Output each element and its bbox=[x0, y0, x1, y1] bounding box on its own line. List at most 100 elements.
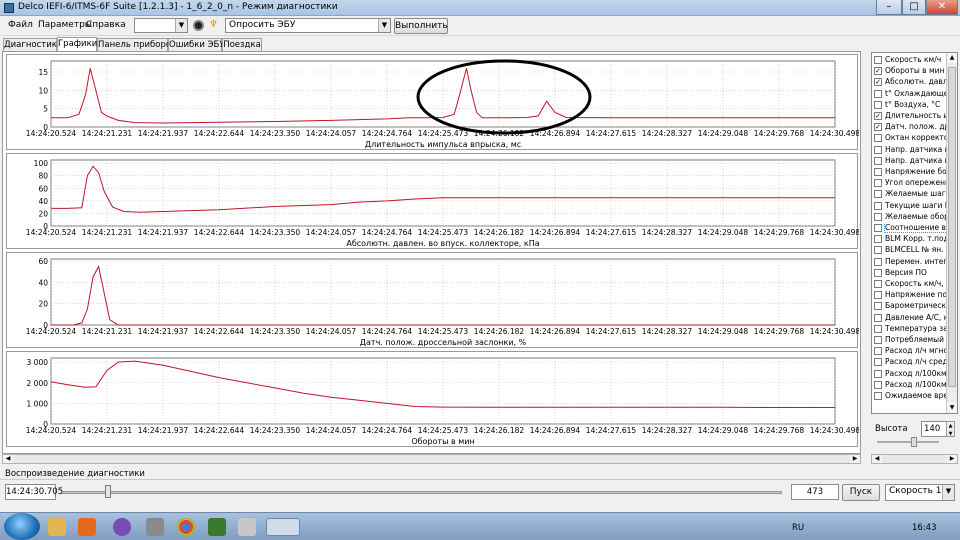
height-slider[interactable] bbox=[877, 441, 939, 443]
parameter-item[interactable]: Потребляемый р bbox=[874, 335, 946, 346]
parameter-list-scrollbar[interactable]: ▲ ▼ bbox=[946, 53, 957, 413]
playback-slider[interactable] bbox=[62, 491, 782, 494]
scroll-thumb[interactable] bbox=[948, 67, 956, 387]
parameter-item[interactable]: Напряжение пот bbox=[874, 290, 946, 301]
height-input[interactable]: 140 bbox=[921, 421, 947, 437]
parameter-item[interactable]: Октан корректор bbox=[874, 133, 946, 144]
parameter-checkbox[interactable] bbox=[874, 100, 882, 109]
tab-charts[interactable]: Графики bbox=[57, 37, 97, 51]
parameter-checkbox[interactable] bbox=[874, 56, 882, 64]
parameter-checkbox[interactable] bbox=[874, 313, 882, 322]
parameter-item[interactable]: ✓ Длительность и bbox=[874, 111, 946, 122]
parameter-checkbox[interactable] bbox=[874, 179, 882, 188]
minimize-button[interactable]: – bbox=[876, 0, 902, 15]
tab-dashboard[interactable]: Панель приборов bbox=[97, 38, 176, 51]
app-icon-green[interactable] bbox=[208, 518, 226, 536]
tab-trip[interactable]: Поездка bbox=[222, 38, 262, 51]
parameter-list-horizontal-scrollbar[interactable]: ◀ ▶ bbox=[871, 454, 958, 464]
menu-help[interactable]: Справка bbox=[86, 20, 126, 30]
menu-file[interactable]: Файл bbox=[8, 20, 33, 30]
app-icon-light[interactable] bbox=[238, 518, 256, 536]
parameter-item[interactable]: Соотношение во bbox=[874, 223, 946, 234]
start-button[interactable]: Пуск bbox=[842, 484, 880, 501]
delco-suite-taskbar-icon[interactable] bbox=[266, 518, 300, 536]
parameter-item[interactable]: Температура за bbox=[874, 324, 946, 335]
parameter-checkbox[interactable] bbox=[874, 257, 882, 266]
parameter-checkbox[interactable]: ✓ bbox=[874, 112, 882, 120]
execute-button[interactable]: Выполнить bbox=[394, 18, 448, 34]
parameter-item[interactable]: Текущие шаги Р bbox=[874, 201, 946, 212]
parameter-checkbox[interactable] bbox=[874, 168, 882, 176]
parameter-item[interactable]: Перемен. интегр bbox=[874, 257, 946, 268]
parameter-item[interactable]: Желаемые шаги bbox=[874, 189, 946, 200]
parameter-checkbox[interactable]: ✓ bbox=[874, 78, 882, 87]
parameter-item[interactable]: Давление А/С, к bbox=[874, 313, 946, 324]
parameter-checkbox[interactable] bbox=[874, 324, 882, 333]
parameter-checkbox[interactable] bbox=[874, 246, 882, 255]
charts-horizontal-scrollbar[interactable]: ◀ ▶ bbox=[2, 454, 861, 464]
viber-icon[interactable] bbox=[113, 518, 131, 536]
parameter-item[interactable]: Версия ПО bbox=[874, 268, 946, 279]
parameter-checkbox[interactable] bbox=[874, 190, 882, 199]
speed-combo[interactable]: Скорость 1x ▼ bbox=[885, 484, 955, 501]
height-slider-thumb[interactable] bbox=[911, 437, 917, 447]
scroll-down-icon[interactable]: ▼ bbox=[947, 403, 957, 413]
folder-icon[interactable] bbox=[48, 518, 66, 536]
port-combo[interactable]: ▼ bbox=[134, 18, 188, 33]
parameter-checkbox[interactable] bbox=[874, 201, 882, 210]
parameter-checkbox[interactable] bbox=[874, 336, 882, 344]
parameter-checkbox[interactable] bbox=[874, 392, 882, 400]
parameter-item[interactable]: Желаемые обор bbox=[874, 212, 946, 223]
menu-parameters[interactable]: Параметры bbox=[38, 20, 92, 30]
parameter-checkbox[interactable] bbox=[874, 134, 882, 143]
parameter-checkbox[interactable]: ✓ bbox=[874, 67, 882, 76]
parameter-item[interactable]: Напр. датчика кисл bbox=[874, 145, 946, 156]
parameter-checkbox[interactable] bbox=[874, 280, 882, 288]
close-button[interactable]: ✕ bbox=[926, 0, 958, 15]
scroll-right-icon[interactable]: ▶ bbox=[947, 455, 957, 463]
parameter-item[interactable]: ✓Абсолютн. давлен bbox=[874, 77, 946, 88]
scroll-right-icon[interactable]: ▶ bbox=[850, 455, 860, 463]
parameter-checkbox[interactable] bbox=[874, 358, 882, 367]
parameter-item[interactable]: Расход л/100км bbox=[874, 380, 946, 391]
maximize-button[interactable]: □ bbox=[902, 0, 926, 15]
parameter-checkbox[interactable] bbox=[874, 212, 882, 221]
parameter-checkbox[interactable] bbox=[874, 302, 882, 311]
parameter-checkbox[interactable] bbox=[874, 268, 882, 277]
parameter-item[interactable]: t° Воздуха, °C bbox=[874, 100, 946, 111]
tab-ecu-errors[interactable]: Ошибки ЭБУ bbox=[168, 38, 225, 51]
parameter-item[interactable]: Расход л/100км bbox=[874, 369, 946, 380]
ecu-action-combo[interactable]: Опросить ЭБУ ▼ bbox=[225, 18, 391, 33]
parameter-item[interactable]: ✓ Обороты в мин bbox=[874, 66, 946, 77]
parameter-checkbox[interactable] bbox=[874, 89, 882, 98]
parameter-checkbox[interactable] bbox=[874, 235, 882, 244]
parameter-item[interactable]: Ожидаемое врем bbox=[874, 391, 946, 402]
start-menu-icon[interactable] bbox=[4, 513, 40, 540]
parameter-item[interactable]: Расход л/ч мгно bbox=[874, 346, 946, 357]
parameter-checkbox[interactable] bbox=[874, 347, 882, 356]
parameter-checkbox[interactable] bbox=[874, 224, 882, 232]
playback-slider-thumb[interactable] bbox=[105, 485, 112, 498]
parameter-item[interactable]: Напр. датчика кис bbox=[874, 156, 946, 167]
parameter-item[interactable]: BLM Корр. т.под bbox=[874, 234, 946, 245]
parameter-item[interactable]: Угол опережени bbox=[874, 178, 946, 189]
parameter-item[interactable]: Расход л/ч сред bbox=[874, 357, 946, 368]
scroll-up-icon[interactable]: ▲ bbox=[947, 53, 957, 63]
parameter-item[interactable]: ✓Датч. полож. дро bbox=[874, 122, 946, 133]
parameter-checkbox[interactable]: ✓ bbox=[874, 123, 882, 132]
parameter-item[interactable]: Скорость км/ч, т bbox=[874, 279, 946, 290]
parameter-checkbox[interactable] bbox=[874, 291, 882, 300]
tab-diagnostics[interactable]: Диагностика bbox=[3, 38, 62, 51]
parameter-checkbox[interactable] bbox=[874, 369, 882, 378]
app-icon-gray[interactable] bbox=[146, 518, 164, 536]
parameter-item[interactable]: Барометрическо bbox=[874, 301, 946, 312]
media-player-icon[interactable] bbox=[78, 518, 96, 536]
parameter-checkbox[interactable] bbox=[874, 380, 882, 389]
language-indicator[interactable]: RU bbox=[792, 523, 804, 533]
clock[interactable]: 16:43 bbox=[912, 523, 937, 533]
parameter-item[interactable]: t° Охлаждающей bbox=[874, 89, 946, 100]
parameter-checkbox[interactable] bbox=[874, 145, 882, 154]
height-spinner-icon[interactable]: ▲ ▼ bbox=[946, 421, 955, 437]
scroll-left-icon[interactable]: ◀ bbox=[3, 455, 13, 463]
parameter-item[interactable]: Скорость км/ч bbox=[874, 55, 946, 66]
